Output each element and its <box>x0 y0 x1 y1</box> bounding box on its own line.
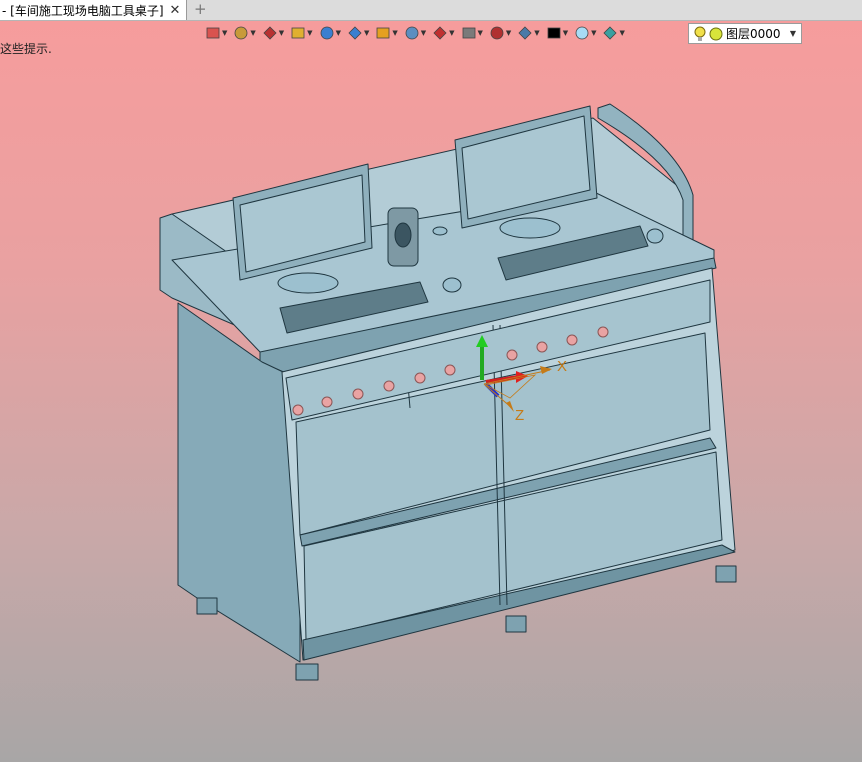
cable-grommet <box>432 226 448 236</box>
left-monitor-base <box>277 272 339 294</box>
chevron-down-icon[interactable]: ▼ <box>307 29 312 37</box>
render-mode-button[interactable]: ▼ <box>290 22 313 44</box>
leg-foot <box>295 663 319 681</box>
chevron-down-icon[interactable]: ▼ <box>506 29 511 37</box>
fit-view-icon[interactable] <box>404 25 420 41</box>
snap-target-icon[interactable] <box>432 25 448 41</box>
leg-foot <box>715 565 737 583</box>
chevron-down-icon[interactable]: ▼ <box>449 29 454 37</box>
chevron-down-icon[interactable]: ▼ <box>619 29 624 37</box>
layer-dropdown[interactable]: 图层0000 ▼ <box>688 23 802 44</box>
chevron-down-icon[interactable]: ▼ <box>534 29 539 37</box>
pencil-brush-button[interactable]: ▼ <box>233 22 256 44</box>
grid-toggle-icon[interactable] <box>461 25 477 41</box>
snap-target-button[interactable]: ▼ <box>432 22 455 44</box>
cable-hole <box>444 364 456 376</box>
x-axis-label: X <box>557 358 567 375</box>
chevron-down-icon[interactable]: ▼ <box>364 29 369 37</box>
smart-pen-icon[interactable] <box>262 25 278 41</box>
fit-view-button[interactable]: ▼ <box>404 22 426 44</box>
chevron-down-icon[interactable]: ▼ <box>336 29 341 37</box>
cable-hole <box>536 341 548 353</box>
right-mouse <box>646 228 664 244</box>
chevron-down-icon[interactable]: ▼ <box>790 24 796 43</box>
view-orient-button[interactable]: ▼ <box>347 22 369 44</box>
section-view-button[interactable]: ▼ <box>375 22 398 44</box>
camera-icon[interactable] <box>517 25 533 41</box>
leg-foot <box>505 615 527 633</box>
fill-color-icon[interactable] <box>574 25 590 41</box>
cable-hole <box>566 334 578 346</box>
chevron-down-icon[interactable]: ▼ <box>421 29 426 37</box>
line-color-icon[interactable] <box>546 25 562 41</box>
chevron-down-icon[interactable]: ▼ <box>478 29 483 37</box>
render-mode-icon[interactable] <box>290 25 306 41</box>
chevron-down-icon[interactable]: ▼ <box>222 29 227 37</box>
grid-toggle-button[interactable]: ▼ <box>461 22 483 44</box>
cube-view-icon[interactable] <box>319 25 335 41</box>
chevron-down-icon[interactable]: ▼ <box>563 29 568 37</box>
fill-color-button[interactable]: ▼ <box>574 22 596 44</box>
view-toolbar: ▼ ▼ ▼ ▼ ▼ ▼ ▼ ▼ ▼ ▼ ▼ ▼ ▼ ▼ ▼ <box>205 22 631 44</box>
camera-button[interactable]: ▼ <box>517 22 540 44</box>
cable-hole <box>292 404 304 416</box>
dimension-icon[interactable] <box>489 25 505 41</box>
left-mouse <box>442 277 462 293</box>
chevron-down-icon[interactable]: ▼ <box>279 29 284 37</box>
exit-sketch-icon[interactable] <box>205 25 221 41</box>
exit-sketch-button[interactable]: ▼ <box>205 22 227 44</box>
section-view-icon[interactable] <box>375 25 391 41</box>
z-axis-label: Z <box>515 407 524 424</box>
lightbulb-icon[interactable] <box>693 26 707 42</box>
view-orient-icon[interactable] <box>347 25 363 41</box>
cable-hole <box>352 388 364 400</box>
chevron-down-icon[interactable]: ▼ <box>250 29 255 37</box>
cable-hole <box>321 396 333 408</box>
chevron-down-icon[interactable]: ▼ <box>392 29 397 37</box>
right-monitor-base <box>499 217 561 239</box>
smart-pen-button[interactable]: ▼ <box>262 22 284 44</box>
model-viewport[interactable]: X Z <box>0 0 862 762</box>
chevron-down-icon[interactable]: ▼ <box>591 29 596 37</box>
layer-stack-button[interactable]: ▼ <box>602 22 625 44</box>
cable-hole <box>506 349 518 361</box>
cube-view-button[interactable]: ▼ <box>319 22 341 44</box>
cable-hole <box>414 372 426 384</box>
dimension-button[interactable]: ▼ <box>489 22 511 44</box>
layer-status-icon[interactable] <box>709 27 723 41</box>
pencil-brush-icon[interactable] <box>233 25 249 41</box>
layer-name: 图层0000 <box>726 27 781 41</box>
cable-hole <box>383 380 395 392</box>
line-color-button[interactable]: ▼ <box>546 22 568 44</box>
cable-hole <box>597 326 609 338</box>
layer-stack-icon[interactable] <box>602 25 618 41</box>
leg-foot <box>196 597 218 615</box>
